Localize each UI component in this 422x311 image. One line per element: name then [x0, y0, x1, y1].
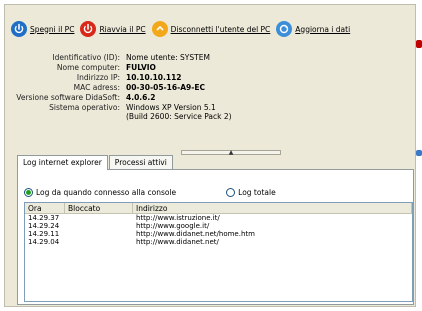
list-item[interactable]: 14.29.11 http://www.didanet.net/home.htm: [25, 230, 412, 238]
log-blocked: [65, 230, 133, 238]
info-row-os: Sistema operativo: Windows XP Version 5.…: [11, 103, 311, 121]
info-key: Sistema operativo:: [49, 103, 120, 112]
power-icon: [11, 21, 27, 37]
shutdown-button[interactable]: Spegni il PC: [11, 21, 74, 37]
info-value-os: Windows XP Version 5.1 (Build 2600: Serv…: [126, 103, 311, 121]
info-value-computer: FULVIO: [126, 63, 156, 72]
log-filter: Log da quando connesso alla console Log …: [24, 188, 276, 197]
list-item[interactable]: 14.29.24 http://www.google.it/: [25, 222, 412, 230]
log-address: http://www.istruzione.it/: [136, 214, 220, 222]
log-time: 14.29.04: [28, 238, 60, 246]
info-row-id: Identificativo (ID): Nome utente: SYSTEM: [11, 53, 311, 63]
adjacent-blue-icon: [416, 150, 422, 156]
logoff-icon: [151, 21, 168, 37]
log-time: 14.29.24: [28, 222, 60, 230]
radio-dot-selected: [24, 188, 33, 197]
list-item[interactable]: 14.29.37 http://www.istruzione.it/: [25, 214, 412, 222]
log-time: 14.29.11: [28, 230, 60, 238]
toolbar: Spegni il PC Riavvia il PC Disconnetti l…: [11, 15, 411, 43]
column-header-address[interactable]: Indirizzo: [133, 203, 412, 213]
radio-since-connected[interactable]: Log da quando connesso alla console: [24, 188, 176, 197]
info-key: Identificativo (ID):: [52, 53, 120, 62]
logoff-button[interactable]: Disconnetti l'utente del PC: [151, 21, 271, 37]
tab-strip: Log internet explorer Processi attivi: [17, 155, 174, 170]
os-line-2: (Build 2600: Service Pack 2): [126, 112, 232, 121]
client-window: Spegni il PC Riavvia il PC Disconnetti l…: [4, 4, 416, 307]
radio-label: Log totale: [238, 188, 276, 197]
log-address: http://www.didanet.net/: [136, 238, 219, 246]
log-blocked: [65, 214, 133, 222]
radio-total-log[interactable]: Log totale: [226, 188, 276, 197]
log-time: 14.29.37: [28, 214, 60, 222]
info-row-ip: Indirizzo IP: 10.10.10.112: [11, 73, 311, 83]
restart-label: Riavvia il PC: [99, 24, 146, 34]
list-header: Ora Bloccato Indirizzo: [25, 203, 412, 214]
log-blocked: [65, 238, 133, 246]
column-header-blocked[interactable]: Bloccato: [65, 203, 133, 213]
info-row-computer: Nome computer: FULVIO: [11, 63, 311, 73]
refresh-label: Aggiorna i dati: [295, 24, 351, 34]
refresh-icon: [276, 21, 293, 37]
info-key: MAC adress:: [73, 83, 120, 92]
tab-ie-log[interactable]: Log internet explorer: [17, 155, 108, 170]
column-header-time[interactable]: Ora: [25, 203, 65, 213]
log-list[interactable]: Ora Bloccato Indirizzo 14.29.37 http://w…: [24, 202, 413, 302]
logoff-label: Disconnetti l'utente del PC: [170, 24, 271, 34]
tab-panel: Log da quando connesso alla console Log …: [17, 169, 414, 305]
radio-dot: [226, 188, 236, 197]
info-key: Indirizzo IP:: [76, 73, 120, 82]
info-row-mac: MAC adress: 00-30-05-16-A9-EC: [11, 83, 311, 93]
log-address: http://www.didanet.net/home.htm: [136, 230, 255, 238]
adjacent-red-icon: [416, 40, 422, 48]
restart-icon: [80, 21, 97, 37]
info-value-ip: 10.10.10.112: [126, 73, 182, 82]
info-key: Versione software DidaSoft:: [16, 93, 120, 102]
info-row-version: Versione software DidaSoft: 4.0.6.2: [11, 93, 311, 103]
log-blocked: [65, 222, 133, 230]
log-address: http://www.google.it/: [136, 222, 210, 230]
os-line-1: Windows XP Version 5.1: [126, 103, 216, 112]
tab-processes[interactable]: Processi attivi: [108, 155, 173, 169]
shutdown-label: Spegni il PC: [30, 24, 75, 34]
info-value-username: Nome utente: SYSTEM: [126, 53, 210, 62]
info-value-version: 4.0.6.2: [126, 93, 156, 102]
info-value-mac: 00-30-05-16-A9-EC: [126, 83, 205, 92]
restart-button[interactable]: Riavvia il PC: [80, 21, 146, 37]
radio-label: Log da quando connesso alla console: [36, 188, 177, 197]
panel-splitter[interactable]: ▲: [181, 148, 281, 156]
client-info-panel: Identificativo (ID): Nome utente: SYSTEM…: [11, 53, 311, 121]
refresh-button[interactable]: Aggiorna i dati: [276, 21, 350, 37]
splitter-arrow-icon: ▲: [228, 148, 234, 156]
info-key: Nome computer:: [56, 63, 120, 72]
list-item[interactable]: 14.29.04 http://www.didanet.net/: [25, 238, 412, 246]
